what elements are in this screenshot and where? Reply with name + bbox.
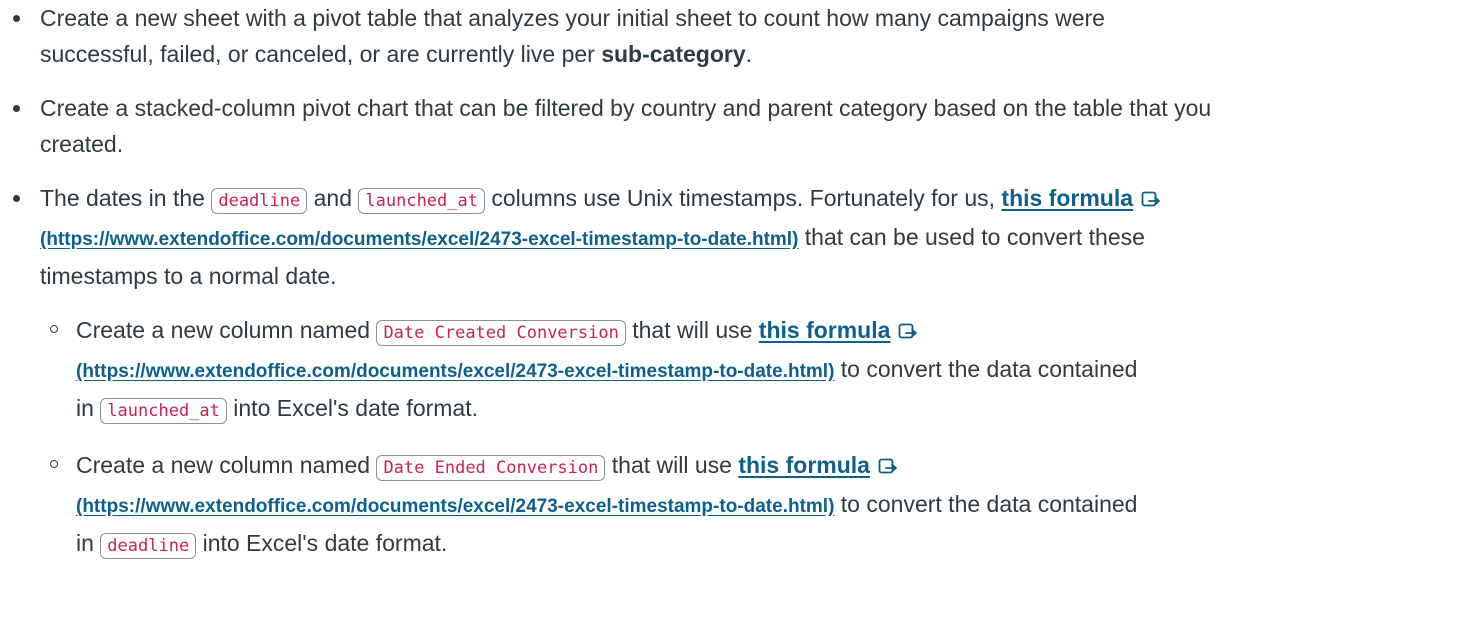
- list-item-pivot-chart: Create a stacked-column pivot chart that…: [13, 90, 1471, 162]
- text-line: created.: [40, 131, 124, 157]
- text-line: Create a new column named Date Ended Con…: [76, 447, 1471, 486]
- bold-term-sub-category: sub-category: [601, 41, 746, 67]
- code-launched-at: launched_at: [358, 188, 485, 214]
- formula-url-link[interactable]: (https://www.extendoffice.com/documents/…: [76, 361, 834, 382]
- code-date-created-conversion: Date Created Conversion: [376, 320, 626, 346]
- text-line: successful, failed, or canceled, or are …: [40, 41, 753, 67]
- external-link-icon[interactable]: [898, 315, 918, 351]
- code-deadline: deadline: [100, 533, 197, 559]
- code-deadline: deadline: [211, 188, 308, 214]
- formula-link[interactable]: this formula: [1001, 185, 1133, 211]
- instruction-list: Create a new sheet with a pivot table th…: [13, 0, 1471, 564]
- formula-link[interactable]: this formula: [738, 452, 870, 478]
- formula-link[interactable]: this formula: [759, 317, 891, 343]
- formula-url-link[interactable]: (https://www.extendoffice.com/documents/…: [40, 229, 798, 250]
- text-line: (https://www.extendoffice.com/documents/…: [40, 224, 1145, 250]
- external-link-icon[interactable]: [1141, 183, 1161, 219]
- code-date-ended-conversion: Date Ended Conversion: [376, 455, 606, 481]
- external-link-icon[interactable]: [878, 450, 898, 486]
- code-launched-at: launched_at: [100, 398, 227, 424]
- text-line: in deadline into Excel's date format.: [76, 525, 1471, 564]
- text-line: in launched_at into Excel's date format.: [76, 390, 1471, 429]
- list-item-unix-timestamps: The dates in the deadline and launched_a…: [13, 180, 1471, 564]
- sub-item-date-created: Create a new column named Date Created C…: [50, 312, 1471, 429]
- text-line: The dates in the deadline and launched_a…: [40, 180, 1471, 219]
- text-line: (https://www.extendoffice.com/documents/…: [76, 491, 1138, 517]
- text-line: (https://www.extendoffice.com/documents/…: [76, 356, 1138, 382]
- text-line: Create a new column named Date Created C…: [76, 312, 1471, 351]
- list-item-pivot-table: Create a new sheet with a pivot table th…: [13, 0, 1471, 72]
- text-line: timestamps to a normal date.: [40, 263, 337, 289]
- formula-url-link[interactable]: (https://www.extendoffice.com/documents/…: [76, 496, 834, 517]
- text-line: Create a new sheet with a pivot table th…: [40, 5, 1105, 31]
- assignment-instructions: Create a new sheet with a pivot table th…: [0, 0, 1479, 564]
- text-line: Create a stacked-column pivot chart that…: [40, 95, 1212, 121]
- sub-instruction-list: Create a new column named Date Created C…: [40, 312, 1471, 564]
- sub-item-date-ended: Create a new column named Date Ended Con…: [50, 447, 1471, 564]
